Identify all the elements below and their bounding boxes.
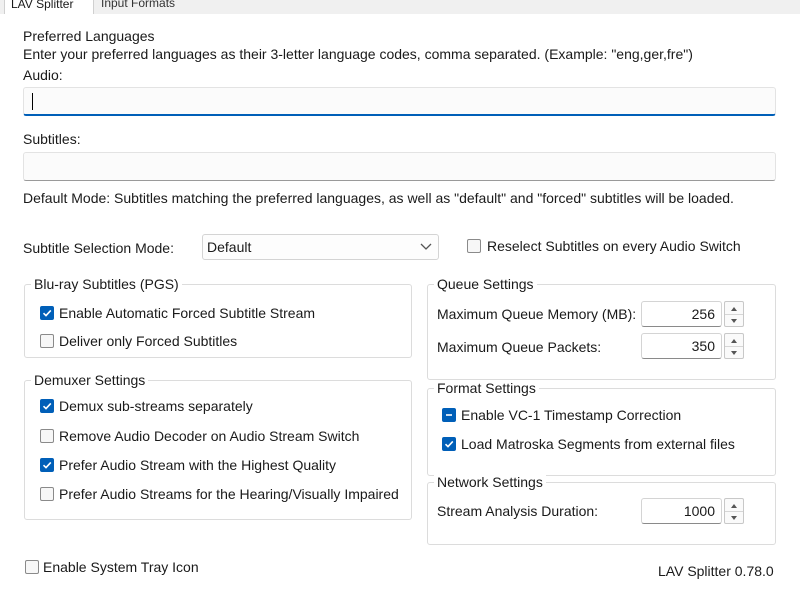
format-group bbox=[427, 388, 776, 476]
queue-packets-input[interactable]: 350 bbox=[641, 333, 722, 359]
audio-label: Audio: bbox=[23, 67, 63, 83]
queue-memory-value: 256 bbox=[691, 306, 715, 322]
system-tray-label[interactable]: Enable System Tray Icon bbox=[43, 559, 199, 575]
text-caret bbox=[32, 93, 33, 110]
preferred-languages-title: Preferred Languages bbox=[23, 28, 155, 44]
stream-duration-spinner[interactable] bbox=[724, 498, 744, 524]
deliver-forced-only-checkbox[interactable] bbox=[40, 334, 54, 348]
prefer-highest-quality-checkbox[interactable] bbox=[40, 458, 54, 472]
stream-duration-label: Stream Analysis Duration: bbox=[437, 503, 599, 519]
stream-duration-input[interactable]: 1000 bbox=[641, 498, 722, 524]
check-icon bbox=[42, 402, 52, 410]
audio-languages-input[interactable] bbox=[23, 87, 776, 116]
preferred-languages-instruction: Enter your preferred languages as their … bbox=[23, 46, 693, 62]
remove-audio-decoder-checkbox[interactable] bbox=[40, 429, 54, 443]
chevron-down-icon bbox=[420, 239, 432, 253]
matroska-segments-label[interactable]: Load Matroska Segments from external fil… bbox=[461, 436, 735, 452]
subtitles-label: Subtitles: bbox=[23, 131, 81, 147]
queue-packets-spinner[interactable] bbox=[724, 333, 744, 359]
subtitle-selection-combo[interactable]: Default bbox=[202, 234, 439, 260]
network-group-title: Network Settings bbox=[434, 474, 546, 490]
check-icon bbox=[444, 440, 454, 448]
queue-packets-value: 350 bbox=[691, 338, 715, 354]
tab-lav-splitter[interactable]: LAV Splitter bbox=[4, 0, 94, 15]
tab-input-formats[interactable]: Input Formats bbox=[95, 0, 191, 14]
queue-memory-label: Maximum Queue Memory (MB): bbox=[437, 306, 637, 322]
prefer-highest-quality-label[interactable]: Prefer Audio Stream with the Highest Qua… bbox=[59, 457, 336, 473]
check-icon bbox=[42, 461, 52, 469]
spin-down-icon[interactable] bbox=[725, 346, 743, 358]
mode-description: Default Mode: Subtitles matching the pre… bbox=[23, 190, 734, 206]
check-icon bbox=[42, 309, 52, 317]
matroska-segments-checkbox[interactable] bbox=[442, 437, 456, 451]
queue-group-title: Queue Settings bbox=[434, 276, 537, 292]
reselect-subtitles-label[interactable]: Reselect Subtitles on every Audio Switch bbox=[487, 238, 741, 254]
vc1-timestamp-label[interactable]: Enable VC-1 Timestamp Correction bbox=[461, 407, 681, 423]
subtitle-selection-label: Subtitle Selection Mode: bbox=[23, 240, 174, 256]
queue-packets-label: Maximum Queue Packets: bbox=[437, 339, 602, 355]
system-tray-checkbox[interactable] bbox=[25, 560, 39, 574]
stream-duration-value: 1000 bbox=[683, 503, 715, 519]
vc1-timestamp-checkbox[interactable] bbox=[442, 408, 456, 422]
prefer-impaired-checkbox[interactable] bbox=[40, 487, 54, 501]
subtitle-languages-input[interactable] bbox=[23, 152, 776, 181]
enable-forced-subtitle-label[interactable]: Enable Automatic Forced Subtitle Stream bbox=[59, 305, 315, 321]
queue-memory-spinner[interactable] bbox=[724, 301, 744, 327]
spin-down-icon[interactable] bbox=[725, 314, 743, 326]
settings-panel: Preferred Languages Enter your preferred… bbox=[0, 14, 800, 600]
version-label: LAV Splitter 0.78.0 bbox=[658, 563, 774, 579]
remove-audio-decoder-label[interactable]: Remove Audio Decoder on Audio Stream Swi… bbox=[59, 428, 359, 444]
reselect-subtitles-checkbox[interactable] bbox=[467, 239, 481, 253]
enable-forced-subtitle-checkbox[interactable] bbox=[40, 306, 54, 320]
indeterminate-icon bbox=[446, 414, 452, 416]
subtitle-selection-value: Default bbox=[207, 239, 252, 255]
bluray-group-title: Blu-ray Subtitles (PGS) bbox=[31, 276, 182, 292]
tab-strip: LAV Splitter Input Formats bbox=[0, 0, 800, 15]
demux-substreams-label[interactable]: Demux sub-streams separately bbox=[59, 398, 253, 414]
queue-group bbox=[427, 284, 776, 380]
deliver-forced-only-label[interactable]: Deliver only Forced Subtitles bbox=[59, 333, 237, 349]
spin-down-icon[interactable] bbox=[725, 511, 743, 523]
demuxer-group-title: Demuxer Settings bbox=[31, 372, 149, 388]
format-group-title: Format Settings bbox=[434, 380, 539, 396]
prefer-impaired-label[interactable]: Prefer Audio Streams for the Hearing/Vis… bbox=[59, 486, 399, 502]
demux-substreams-checkbox[interactable] bbox=[40, 399, 54, 413]
queue-memory-input[interactable]: 256 bbox=[641, 301, 722, 327]
